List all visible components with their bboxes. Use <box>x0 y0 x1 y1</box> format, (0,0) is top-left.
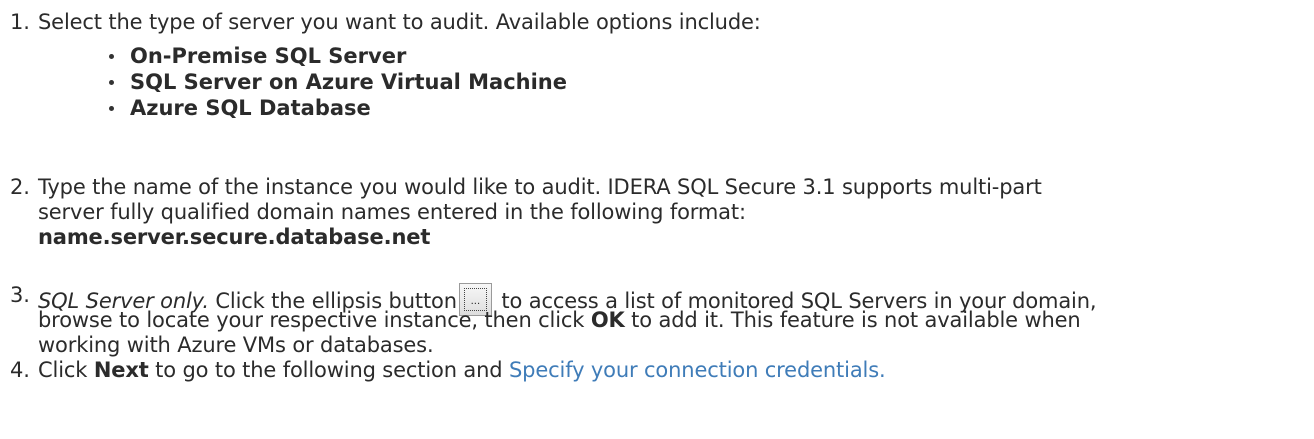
step-text: Select the type of server you want to au… <box>38 10 761 34</box>
text-fragment: to go to the following section and <box>148 358 509 382</box>
list-item: On-Premise SQL Server <box>98 43 567 69</box>
step-number: 4. <box>10 358 30 382</box>
step-number: 1. <box>10 10 30 34</box>
step-text-line-2: browse to locate your respective instanc… <box>38 308 1298 333</box>
option-azure-sql-db: Azure SQL Database <box>130 96 371 120</box>
text-fragment: to add it. This feature is not available… <box>624 308 1081 332</box>
ellipsis-glyph: ... <box>470 296 481 307</box>
text-fragment: Click <box>38 358 94 382</box>
specify-credentials-link[interactable]: Specify your connection credentials. <box>509 358 886 382</box>
step-text-line-3: working with Azure VMs or databases. <box>38 333 434 357</box>
step-text: Click Next to go to the following sectio… <box>38 358 1298 383</box>
next-label: Next <box>93 358 149 382</box>
step-text-line-1: Type the name of the instance you would … <box>38 175 1042 199</box>
list-item: SQL Server on Azure Virtual Machine <box>98 69 567 95</box>
bullet-dot <box>109 54 114 59</box>
step-text-line-2: server fully qualified domain names ente… <box>38 200 746 224</box>
step-number: 2. <box>10 175 30 199</box>
fqdn-format-example: name.server.secure.database.net <box>38 225 431 249</box>
documentation-page: 1. Select the type of server you want to… <box>0 0 1314 439</box>
bullet-dot <box>109 106 114 111</box>
text-fragment: browse to locate your respective instanc… <box>38 308 591 332</box>
option-on-premise: On-Premise SQL Server <box>130 44 407 68</box>
option-azure-vm: SQL Server on Azure Virtual Machine <box>130 70 567 94</box>
step-number: 3. <box>10 283 30 307</box>
ok-label: OK <box>590 308 625 332</box>
bullet-dot <box>109 80 114 85</box>
list-item: Azure SQL Database <box>98 95 567 121</box>
server-type-options-list: On-Premise SQL Server SQL Server on Azur… <box>98 43 567 121</box>
